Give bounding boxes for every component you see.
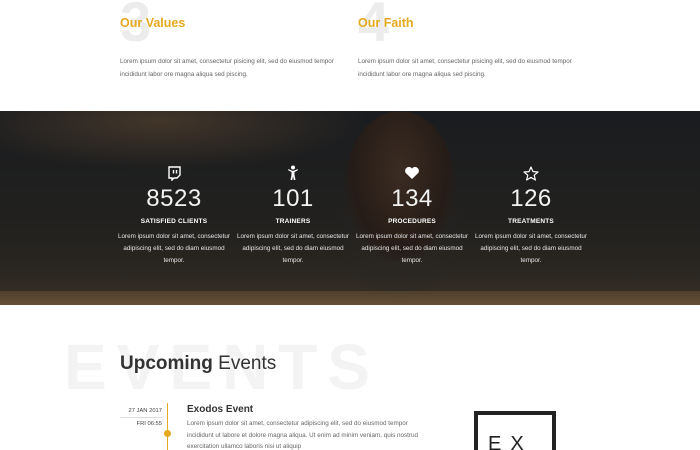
stat-treatments: 126 TREATMENTS Lorem ipsum dolor sit ame… bbox=[471, 163, 591, 267]
stat-label: TRAINERS bbox=[275, 218, 311, 225]
event-logo-text: EX bbox=[488, 433, 533, 450]
value-title: Our Faith bbox=[358, 16, 414, 30]
events-section: EVENTS Upcoming Events 27 JAN 2017 FRI 0… bbox=[0, 305, 700, 450]
stat-text: Lorem ipsum dolor sit amet, consectetur … bbox=[118, 233, 230, 264]
event-title-link[interactable]: Exodos Event bbox=[187, 404, 253, 415]
stat-number: 134 bbox=[391, 185, 433, 212]
value-text: Lorem ipsum dolor sit amet, consectetur … bbox=[120, 58, 334, 78]
stat-label: PROCEDURES bbox=[388, 218, 436, 225]
value-title: Our Values bbox=[120, 16, 186, 30]
event-logo[interactable]: EX bbox=[474, 411, 556, 450]
value-text: Lorem ipsum dolor sit amet, consectetur … bbox=[358, 58, 572, 78]
stat-number: 101 bbox=[272, 185, 314, 212]
stat-label: TREATMENTS bbox=[508, 218, 554, 225]
stat-number: 8523 bbox=[146, 185, 202, 212]
stat-procedures: 134 PROCEDURES Lorem ipsum dolor sit ame… bbox=[352, 163, 472, 267]
heart-icon bbox=[352, 163, 472, 183]
background-floor bbox=[0, 291, 700, 305]
stat-label: SATISFIED CLIENTS bbox=[140, 218, 208, 225]
star-icon bbox=[471, 163, 591, 183]
event-timeline-line bbox=[167, 403, 168, 450]
stat-trainers: 101 TRAINERS Lorem ipsum dolor sit amet,… bbox=[233, 163, 353, 267]
stat-text: Lorem ipsum dolor sit amet, consectetur … bbox=[356, 233, 468, 264]
stat-number: 126 bbox=[510, 185, 552, 212]
event-date-day: 27 JAN 2017 bbox=[120, 405, 162, 418]
event-date-time: FRI 06:55 bbox=[136, 421, 162, 427]
events-heading-light: Events bbox=[212, 353, 277, 374]
twitch-icon bbox=[114, 163, 234, 183]
stat-text: Lorem ipsum dolor sit amet, consectetur … bbox=[237, 233, 349, 264]
event-date: 27 JAN 2017 FRI 06:55 bbox=[120, 405, 162, 430]
events-heading-bold: Upcoming bbox=[120, 353, 213, 374]
event-description: Lorem ipsum dolor sit amet, consectetur … bbox=[187, 420, 419, 450]
events-heading: Upcoming Events bbox=[120, 353, 276, 375]
stat-text: Lorem ipsum dolor sit amet, consectetur … bbox=[475, 233, 587, 264]
stats-band: 8523 SATISFIED CLIENTS Lorem ipsum dolor… bbox=[0, 111, 700, 305]
values-section: 3 Our Values Lorem ipsum dolor sit amet,… bbox=[0, 0, 700, 111]
stat-satisfied-clients: 8523 SATISFIED CLIENTS Lorem ipsum dolor… bbox=[114, 163, 234, 267]
event-timeline-dot bbox=[164, 430, 171, 437]
trainer-figure-icon bbox=[233, 163, 353, 183]
